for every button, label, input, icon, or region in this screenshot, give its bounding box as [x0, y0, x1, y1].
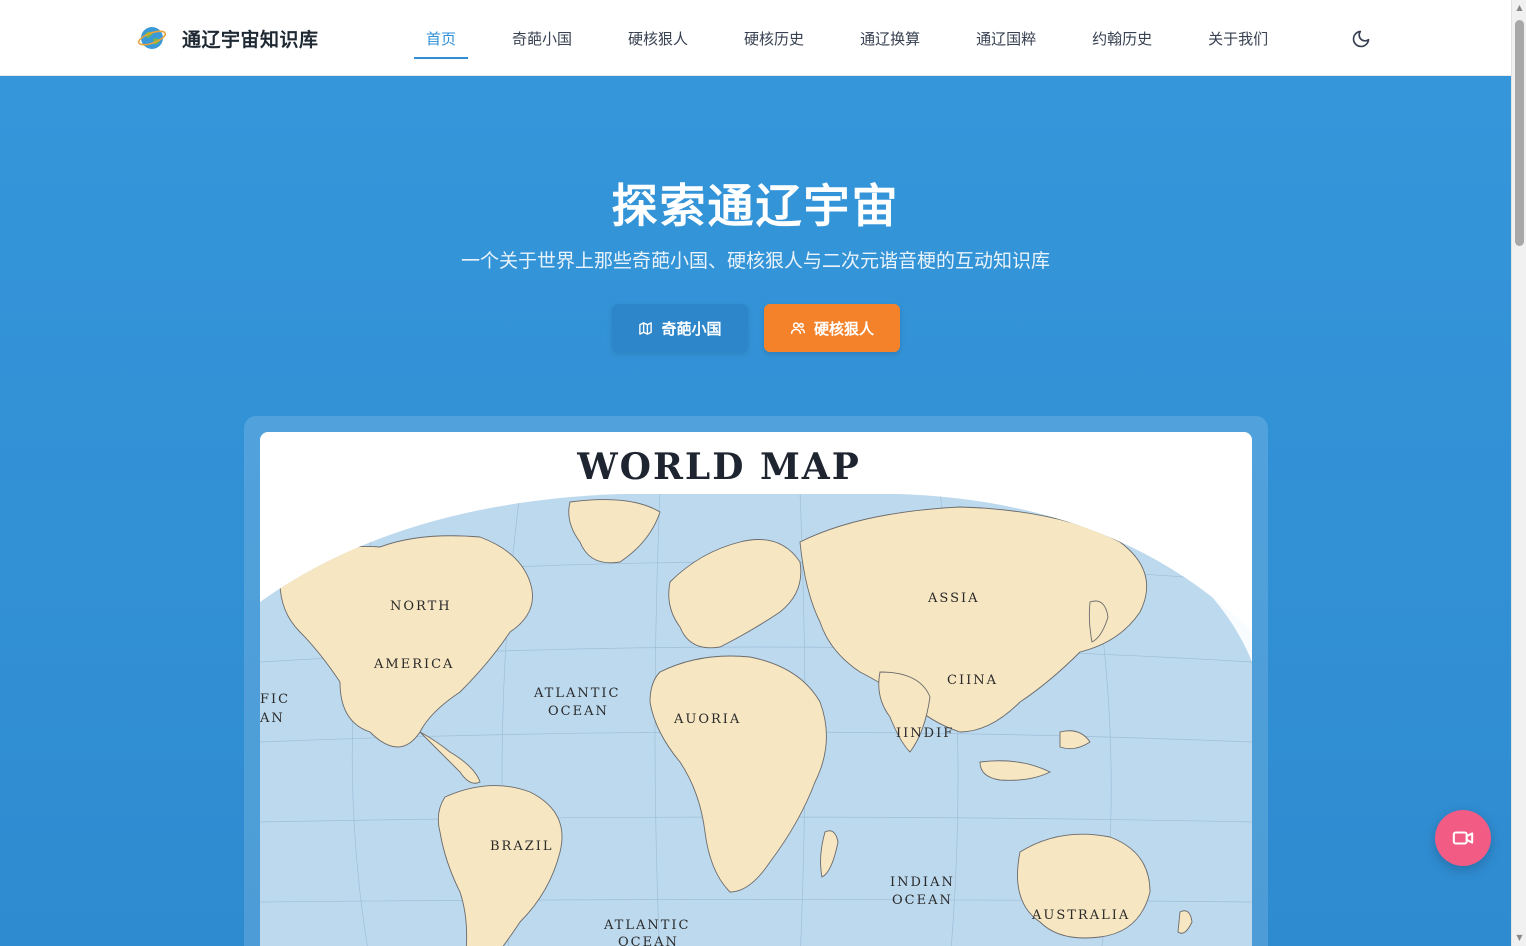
- video-icon: [1452, 831, 1474, 845]
- map-label-auoria: AUORIA: [673, 712, 741, 727]
- main-nav: 首页 奇葩小国 硬核狠人 硬核历史 通辽换算 通辽国粹 约翰历史 关于我们: [414, 0, 1312, 76]
- hero-title: 探索通辽宇宙: [611, 179, 900, 233]
- map-label-australia: AUSTRALIA: [1031, 908, 1130, 923]
- map-label-atlantic-south-ocean: OCEAN: [618, 935, 679, 946]
- map-frame: NORTH AMERICA FIC AN ATLANTIC OCEAN AUOR…: [244, 416, 1268, 946]
- map-label-atlantic-ocean: OCEAN: [548, 704, 609, 719]
- hardcore-people-button[interactable]: 硬核狠人: [764, 304, 900, 352]
- globe-logo-icon: [136, 22, 168, 54]
- nav-tongliao-quintessence[interactable]: 通辽国粹: [964, 0, 1048, 76]
- map-label-atlantic: ATLANTIC: [533, 686, 621, 701]
- map-label-brazil: BRAZIL: [490, 839, 554, 854]
- brand[interactable]: 通辽宇宙知识库: [136, 22, 319, 54]
- nav-weird-countries[interactable]: 奇葩小国: [500, 0, 584, 76]
- hero-section: 探索通辽宇宙 一个关于世界上那些奇葩小国、硬核狠人与二次元谐音梗的互动知识库 奇…: [0, 76, 1511, 946]
- users-icon: [790, 322, 806, 335]
- scroll-down-arrow-icon[interactable]: ▼: [1515, 934, 1524, 942]
- map-label-america: AMERICA: [373, 657, 454, 672]
- map-label-north: NORTH: [390, 599, 452, 614]
- hardcore-people-button-label: 硬核狠人: [813, 319, 874, 338]
- nav-hardcore-history[interactable]: 硬核历史: [732, 0, 816, 76]
- site-title: 通辽宇宙知识库: [182, 28, 319, 51]
- weird-countries-button[interactable]: 奇葩小国: [612, 304, 748, 352]
- nav-john-history[interactable]: 约翰历史: [1080, 0, 1164, 76]
- map-label-pacific-ocean: AN: [260, 711, 285, 726]
- map-label-atlantic-south: ATLANTIC: [603, 918, 691, 933]
- theme-toggle-button[interactable]: [1348, 26, 1374, 52]
- scroll-thumb[interactable]: [1515, 20, 1524, 246]
- map-heading: WORLD MAP: [577, 446, 861, 488]
- page-scrollbar[interactable]: ▲ ▼: [1511, 0, 1526, 946]
- top-navbar: 通辽宇宙知识库 首页 奇葩小国 硬核狠人 硬核历史 通辽换算 通辽国粹 约翰历史…: [0, 0, 1511, 76]
- map-label-pacific: FIC: [260, 692, 290, 707]
- map-icon: [639, 321, 653, 335]
- weird-countries-button-label: 奇葩小国: [661, 319, 722, 338]
- nav-hardcore-people[interactable]: 硬核狠人: [616, 0, 700, 76]
- map-label-china: CIINA: [947, 673, 998, 688]
- map-label-indian: INDIAN: [890, 875, 955, 890]
- map-label-india: IINDIF: [896, 726, 954, 741]
- nav-about-us[interactable]: 关于我们: [1196, 0, 1280, 76]
- world-map-graphic: NORTH AMERICA FIC AN ATLANTIC OCEAN AUOR…: [260, 492, 1252, 946]
- world-map-image: NORTH AMERICA FIC AN ATLANTIC OCEAN AUOR…: [260, 432, 1252, 946]
- map-label-assia: ASSIA: [927, 591, 980, 606]
- hero-subtitle: 一个关于世界上那些奇葩小国、硬核狠人与二次元谐音梗的互动知识库: [460, 250, 1050, 272]
- scroll-up-arrow-icon[interactable]: ▲: [1515, 4, 1524, 12]
- nav-tongliao-conversion[interactable]: 通辽换算: [848, 0, 932, 76]
- nav-home[interactable]: 首页: [414, 0, 469, 76]
- video-fab-button[interactable]: [1435, 810, 1491, 866]
- moon-icon: [1352, 30, 1370, 48]
- map-label-indian-ocean: OCEAN: [892, 893, 953, 908]
